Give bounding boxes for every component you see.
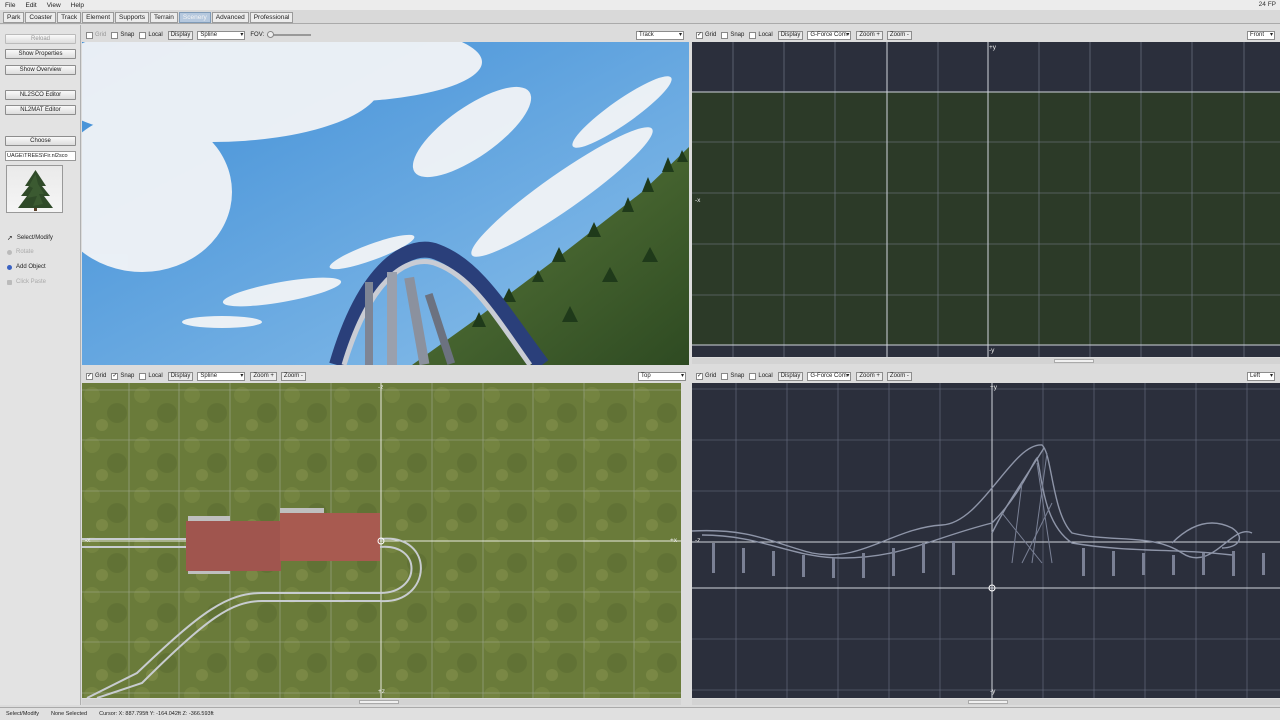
mode-select[interactable]: Spline xyxy=(197,30,246,40)
object-path-field[interactable]: UAGE\TREES\Fir.nl2sco xyxy=(5,151,76,161)
rotate-icon xyxy=(7,249,12,255)
local-checkbox[interactable]: Local xyxy=(749,372,773,380)
tree-preview-thumbnail xyxy=(6,165,63,213)
mode-tabs: Park Coaster Track Element Supports Terr… xyxy=(0,10,1280,24)
show-properties-button[interactable]: Show Properties xyxy=(5,49,76,59)
grid-checkbox[interactable]: Grid xyxy=(86,31,106,39)
axis-label-left: -z xyxy=(695,537,701,544)
show-overview-button[interactable]: Show Overview xyxy=(5,65,76,75)
axis-label-bottom: -y xyxy=(989,347,995,354)
fov-slider[interactable] xyxy=(267,31,312,38)
local-checkbox[interactable]: Local xyxy=(139,372,163,380)
tab-element[interactable]: Element xyxy=(82,12,115,23)
grid-checkbox[interactable]: ✓ Grid xyxy=(86,372,106,380)
nl2sco-editor-button[interactable]: NL2SCO Editor xyxy=(5,90,76,100)
status-bar: Select/Modify None Selected Cursor: X: 8… xyxy=(0,707,1280,720)
menu-bar: File Edit View Help 24 FP xyxy=(0,0,1280,10)
tab-park[interactable]: Park xyxy=(3,12,25,23)
paste-icon xyxy=(7,279,12,285)
snap-checkbox[interactable]: ✓ Snap xyxy=(111,372,134,380)
tool-label: Rotate xyxy=(16,249,34,255)
reload-button[interactable]: Reload xyxy=(5,34,76,44)
zoom-out-button[interactable]: Zoom - xyxy=(886,371,912,381)
tool-label: Select/Modify xyxy=(16,235,53,241)
tool-click-paste[interactable]: Click Paste xyxy=(7,279,46,285)
mode-select[interactable]: G-Force Com xyxy=(807,371,852,381)
top-horizontal-scrollbar[interactable] xyxy=(82,699,681,705)
viewport-camera-toolbar: Grid Snap Local Display Spline FOV: Trac… xyxy=(82,28,689,42)
tab-supports[interactable]: Supports xyxy=(115,12,150,23)
zoom-in-button[interactable]: Zoom + xyxy=(856,371,883,381)
zoom-in-button[interactable]: Zoom + xyxy=(856,30,883,40)
axis-label-top: +y xyxy=(989,44,997,51)
axis-label-bottom: +z xyxy=(378,688,386,695)
viewport-top[interactable]: -z +z -x +x xyxy=(82,383,681,698)
tab-advanced[interactable]: Advanced xyxy=(211,12,249,23)
tab-coaster[interactable]: Coaster xyxy=(25,12,57,23)
grid-checkbox[interactable]: ✓ Grid xyxy=(696,31,716,39)
viewport-front[interactable]: +y -y -x xyxy=(692,42,1280,357)
zoom-in-button[interactable]: Zoom + xyxy=(250,371,277,381)
local-checkbox[interactable]: Local xyxy=(749,31,773,39)
menu-help[interactable]: Help xyxy=(66,2,89,9)
tool-add-object[interactable]: Add Object xyxy=(7,264,46,270)
viewport-camera[interactable] xyxy=(82,42,689,365)
tool-label: Add Object xyxy=(16,264,46,270)
add-object-icon xyxy=(7,264,12,270)
front-horizontal-scrollbar[interactable] xyxy=(692,358,1280,364)
snap-checkbox[interactable]: Snap xyxy=(111,31,134,39)
menu-file[interactable]: File xyxy=(0,2,20,9)
scenery-sidebar: Reload Show Properties Show Overview NL2… xyxy=(0,25,81,705)
tab-terrain[interactable]: Terrain xyxy=(150,12,178,23)
zoom-out-button[interactable]: Zoom - xyxy=(886,30,912,40)
nl2mat-editor-button[interactable]: NL2MAT Editor xyxy=(5,105,76,115)
snap-checkbox[interactable]: Snap xyxy=(721,31,744,39)
status-mode: Select/Modify xyxy=(6,711,40,717)
tab-track[interactable]: Track xyxy=(57,12,82,23)
axis-label-left: -x xyxy=(695,197,701,204)
status-cursor: Cursor: X: 887.795ft Y: -164.042ft Z: -3… xyxy=(99,711,214,717)
cursor-icon: ➚ xyxy=(7,235,13,242)
camera-select[interactable]: Track xyxy=(636,30,684,40)
viewport-left-toolbar: ✓Grid Snap Local Display G-Force Com Zoo… xyxy=(692,369,1280,383)
tab-scenery[interactable]: Scenery xyxy=(178,12,211,23)
grid-checkbox[interactable]: ✓ Grid xyxy=(696,372,716,380)
fps-counter: 24 FP xyxy=(1258,1,1276,8)
axis-label-bottom: -y xyxy=(990,688,996,695)
local-checkbox[interactable]: Local xyxy=(139,31,163,39)
choose-button[interactable]: Choose xyxy=(5,136,76,146)
view-select[interactable]: Left xyxy=(1247,371,1275,381)
view-select[interactable]: Front xyxy=(1247,30,1275,40)
axis-label-left: -x xyxy=(85,537,91,544)
display-button[interactable]: Display xyxy=(777,30,804,40)
status-selection: None Selected xyxy=(51,711,88,717)
viewport-front-toolbar: ✓Grid Snap Local Display G-Force Com Zoo… xyxy=(692,28,1280,42)
snap-checkbox[interactable]: Snap xyxy=(721,372,744,380)
tool-label: Click Paste xyxy=(16,279,47,285)
display-button[interactable]: Display xyxy=(167,371,194,381)
fov-control[interactable]: FOV: xyxy=(250,31,312,38)
view-select[interactable]: Top xyxy=(638,371,686,381)
axis-label-top: +y xyxy=(990,384,998,391)
menu-view[interactable]: View xyxy=(42,2,66,9)
zoom-out-button[interactable]: Zoom - xyxy=(280,371,306,381)
menu-edit[interactable]: Edit xyxy=(20,2,41,9)
axis-label-top: -z xyxy=(378,384,384,391)
viewport-left[interactable]: +y -y -z xyxy=(692,383,1280,698)
tool-rotate[interactable]: Rotate xyxy=(7,249,34,255)
left-horizontal-scrollbar[interactable] xyxy=(692,699,1280,705)
tab-professional[interactable]: Professional xyxy=(249,12,294,23)
display-button[interactable]: Display xyxy=(167,30,194,40)
mode-select[interactable]: G-Force Com xyxy=(807,30,852,40)
display-button[interactable]: Display xyxy=(777,371,804,381)
mode-select[interactable]: Spline xyxy=(197,371,246,381)
axis-label-right: +x xyxy=(670,537,678,544)
tool-select-modify[interactable]: ➚ Select/Modify xyxy=(7,234,53,242)
viewport-top-toolbar: ✓Grid ✓Snap Local Display Spline Zoom + … xyxy=(82,369,689,383)
